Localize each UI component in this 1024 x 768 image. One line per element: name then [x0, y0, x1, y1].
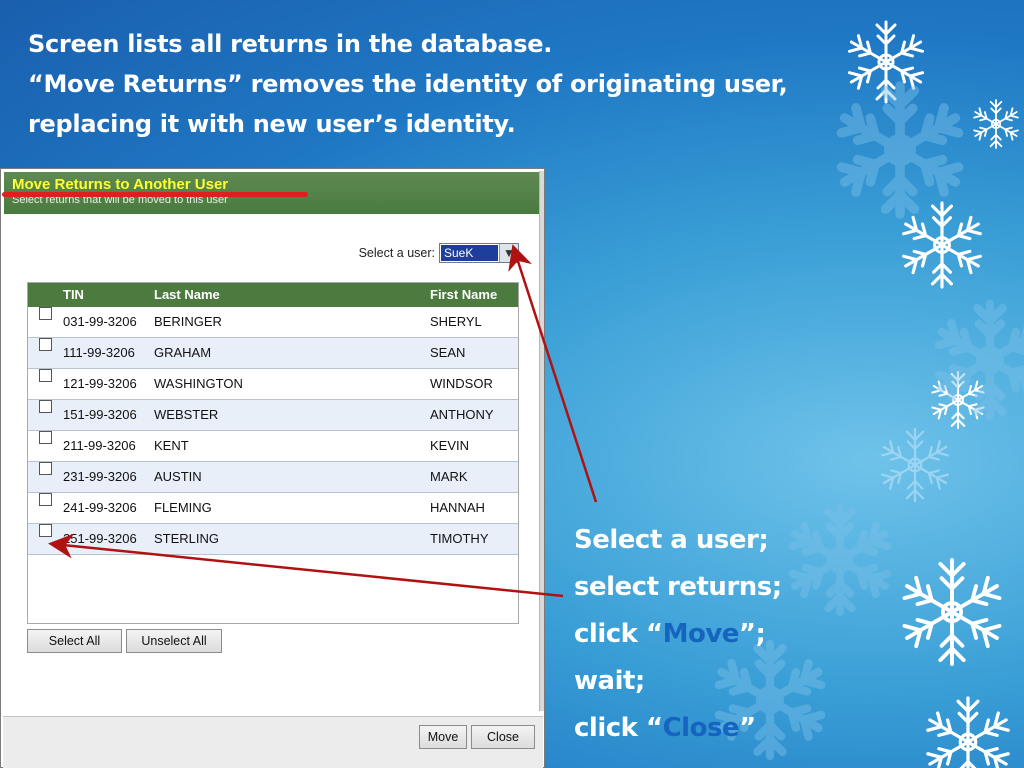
cell-last-name: AUSTIN [154, 469, 202, 484]
cell-last-name: KENT [154, 438, 189, 453]
dialog-title: Move Returns to Another User [12, 176, 229, 193]
close-button[interactable]: Close [471, 725, 535, 749]
cell-last-name: STERLING [154, 531, 220, 546]
instruction-line-3: click “Move”; [574, 611, 782, 658]
cell-last-name: FLEMING [154, 500, 212, 515]
table-header: TIN Last Name First Name [28, 283, 518, 307]
select-all-button[interactable]: Select All [27, 629, 122, 653]
dialog-scrollbar[interactable] [539, 171, 544, 711]
cell-first-name: WINDSOR [430, 376, 493, 391]
cell-first-name: SHERYL [430, 314, 482, 329]
table-row[interactable]: 111-99-3206 GRAHAM SEAN [28, 338, 518, 369]
cell-tin: 151-99-3206 [63, 407, 137, 422]
slide-heading: Screen lists all returns in the database… [28, 24, 848, 144]
instruction-line-5: click “Close” [574, 705, 782, 752]
instruction-move-highlight: Move [662, 619, 740, 649]
instruction-line-4: wait; [574, 666, 645, 696]
cell-tin: 241-99-3206 [63, 500, 137, 515]
table-body: 031-99-3206 BERINGER SHERYL 111-99-3206 GRAH… [28, 307, 518, 555]
row-checkbox[interactable] [39, 369, 52, 382]
row-checkbox[interactable] [39, 431, 52, 444]
cell-tin: 251-99-3206 [63, 531, 137, 546]
table-row[interactable]: 241-99-3206 FLEMING HANNAH [28, 493, 518, 524]
cell-tin: 121-99-3206 [63, 376, 137, 391]
returns-table: TIN Last Name First Name 031-99-3206 BERI… [27, 282, 519, 624]
chevron-down-icon[interactable]: ▼ [499, 244, 518, 262]
heading-line-1: Screen lists all returns in the database… [28, 30, 553, 58]
move-button[interactable]: Move [419, 725, 467, 749]
instruction-text: ” [739, 713, 756, 743]
cell-last-name: GRAHAM [154, 345, 212, 360]
cell-tin: 211-99-3206 [63, 438, 136, 453]
heading-line-2: “Move Returns” removes the identity of o… [28, 70, 788, 98]
row-checkbox[interactable] [39, 524, 52, 537]
row-checkbox[interactable] [39, 400, 52, 413]
column-header-last-name[interactable]: Last Name [154, 283, 220, 307]
cell-first-name: ANTHONY [430, 407, 494, 422]
table-row[interactable]: 121-99-3206 WASHINGTON WINDSOR [28, 369, 518, 400]
cell-first-name: SEAN [430, 345, 466, 360]
table-row[interactable]: 211-99-3206 KENT KEVIN [28, 431, 518, 462]
cell-first-name: KEVIN [430, 438, 470, 453]
instruction-text: ”; [738, 619, 766, 649]
cell-first-name: MARK [430, 469, 468, 484]
dialog-footer: Move Close [3, 716, 543, 768]
title-underline-annotation [2, 192, 308, 197]
column-header-first-name[interactable]: First Name [430, 283, 497, 307]
instruction-close-highlight: Close [662, 713, 740, 743]
row-checkbox[interactable] [39, 338, 52, 351]
unselect-all-button[interactable]: Unselect All [126, 629, 222, 653]
instruction-text: click “ [574, 619, 663, 649]
table-row[interactable]: 251-99-3206 STERLING TIMOTHY [28, 524, 518, 555]
cell-last-name: WASHINGTON [154, 376, 243, 391]
row-checkbox[interactable] [39, 307, 52, 320]
user-dropdown-value[interactable]: SueK [441, 245, 498, 261]
select-user-label: Select a user: [358, 246, 435, 260]
table-row[interactable]: 231-99-3206 AUSTIN MARK [28, 462, 518, 493]
cell-tin: 111-99-3206 [63, 345, 135, 360]
instructions: Select a user; select returns; click “Mo… [574, 517, 782, 752]
instruction-text: click “ [574, 713, 663, 743]
heading-line-3: replacing it with new user’s identity. [28, 110, 516, 138]
row-checkbox[interactable] [39, 462, 52, 475]
table-row[interactable]: 031-99-3206 BERINGER SHERYL [28, 307, 518, 338]
cell-last-name: WEBSTER [154, 407, 219, 422]
move-returns-dialog: Move Returns to Another User Select retu… [0, 168, 545, 768]
cell-tin: 231-99-3206 [63, 469, 137, 484]
instruction-line-2: select returns; [574, 572, 782, 602]
user-select-row: Select a user: SueK ▼ [359, 243, 519, 263]
cell-first-name: TIMOTHY [430, 531, 489, 546]
table-row[interactable]: 151-99-3206 WEBSTER ANTHONY [28, 400, 518, 431]
row-checkbox[interactable] [39, 493, 52, 506]
column-header-tin[interactable]: TIN [63, 283, 84, 307]
cell-last-name: BERINGER [154, 314, 222, 329]
cell-first-name: HANNAH [430, 500, 485, 515]
cell-tin: 031-99-3206 [63, 314, 137, 329]
instruction-line-1: Select a user; [574, 525, 769, 555]
user-dropdown[interactable]: SueK ▼ [439, 243, 519, 263]
